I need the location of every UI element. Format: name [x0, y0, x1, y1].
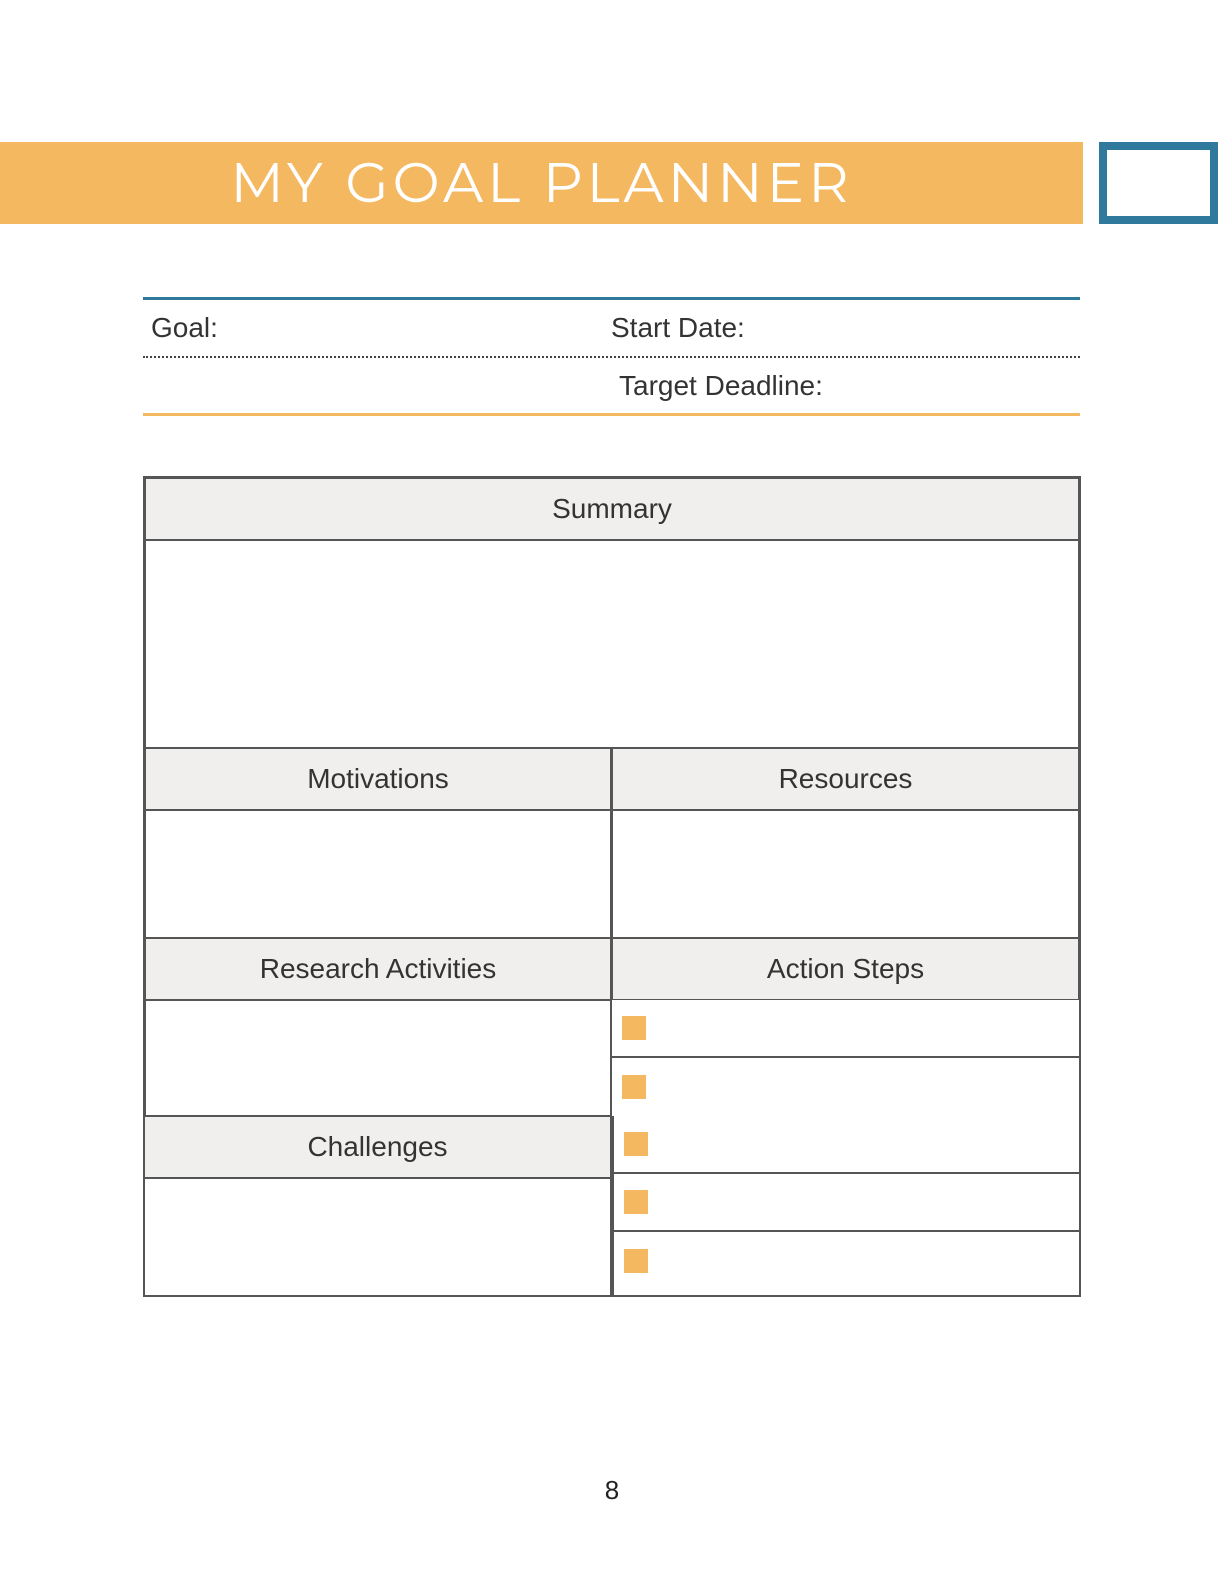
research-action-body-row [145, 1000, 1079, 1116]
challenges-column: Challenges [145, 1116, 612, 1295]
planner-table: Summary Motivations Resources Research A… [143, 476, 1081, 1297]
action-step-row [614, 1232, 1079, 1290]
resources-header: Resources [612, 748, 1079, 810]
checkbox-icon [622, 1016, 646, 1040]
action-step-row [612, 1000, 1079, 1058]
motivations-header: Motivations [145, 748, 612, 810]
info-row-1: Goal: Start Date: [143, 300, 1080, 358]
checkbox-icon [624, 1190, 648, 1214]
motivations-body [145, 810, 612, 938]
challenges-header: Challenges [145, 1116, 610, 1178]
goal-label: Goal: [143, 312, 611, 344]
summary-header: Summary [145, 478, 1079, 540]
info-block: Goal: Start Date: Target Deadline: [143, 297, 1080, 416]
header-accent-box [1099, 142, 1218, 224]
header-bar: MY GOAL PLANNER [0, 142, 1083, 224]
motivations-resources-body-row [145, 810, 1079, 938]
page-title: MY GOAL PLANNER [230, 149, 852, 217]
info-row-2: Target Deadline: [143, 358, 1080, 416]
challenges-action-row: Challenges [145, 1116, 1079, 1295]
action-steps-header: Action Steps [612, 938, 1079, 1000]
resources-body [612, 810, 1079, 938]
target-deadline-label: Target Deadline: [619, 370, 823, 402]
action-step-row [614, 1116, 1079, 1174]
checkbox-icon [624, 1249, 648, 1273]
page-number: 8 [0, 1475, 1224, 1506]
research-action-header-row: Research Activities Action Steps [145, 938, 1079, 1000]
action-steps-body-lower [612, 1116, 1079, 1295]
research-activities-header: Research Activities [145, 938, 612, 1000]
checkbox-icon [624, 1132, 648, 1156]
start-date-label: Start Date: [611, 312, 745, 344]
action-steps-body-upper [612, 1000, 1079, 1116]
research-activities-body [145, 1000, 612, 1116]
checkbox-icon [622, 1075, 646, 1099]
challenges-body [145, 1178, 610, 1295]
action-step-row [614, 1174, 1079, 1232]
motivations-resources-header-row: Motivations Resources [145, 748, 1079, 810]
summary-body [145, 540, 1079, 748]
action-step-row [612, 1058, 1079, 1116]
